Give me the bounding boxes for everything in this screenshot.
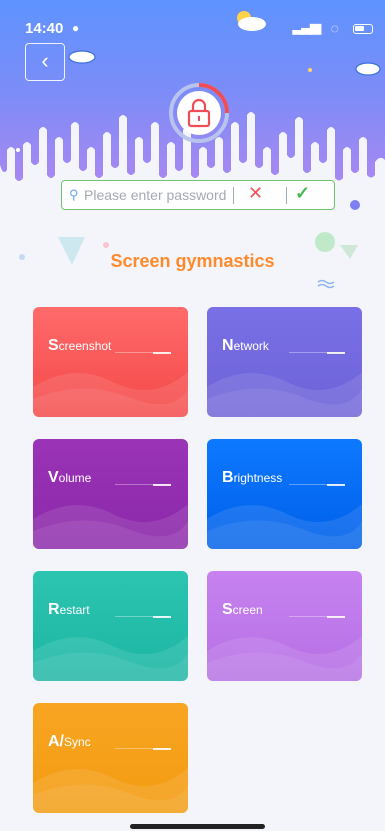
network-card[interactable]: Network — [207, 307, 362, 417]
card-label: Brightness — [222, 469, 283, 486]
divider — [153, 484, 171, 486]
divider — [153, 748, 171, 750]
restart-card[interactable]: Restart — [33, 571, 188, 681]
wave-decoration — [207, 372, 362, 417]
wave-decoration — [33, 504, 188, 549]
divider — [327, 352, 345, 354]
card-label: Screenshot — [48, 337, 112, 354]
card-label: Volume — [48, 469, 92, 486]
divider — [327, 616, 345, 618]
password-field: ⚲ ✕ ✓ — [61, 180, 335, 210]
screenshot-card[interactable]: Screenshot — [33, 307, 188, 417]
wave-decoration — [207, 504, 362, 549]
clear-icon[interactable]: ✕ — [248, 183, 263, 204]
wave-decoration — [33, 768, 188, 813]
volume-card[interactable]: Volume — [33, 439, 188, 549]
person-icon: ● — [72, 21, 80, 35]
card-label: Screen — [222, 601, 263, 618]
sync-card[interactable]: A/Sync — [33, 703, 188, 813]
wave-decoration — [207, 636, 362, 681]
chevron-left-icon: ‹ — [41, 48, 49, 73]
screen-card[interactable]: Screen — [207, 571, 362, 681]
card-label: Restart — [48, 601, 90, 618]
search-icon: ⚲ — [69, 187, 79, 202]
wave-decoration — [33, 372, 188, 417]
divider — [153, 616, 171, 618]
check-icon[interactable]: ✓ — [295, 183, 310, 204]
card-label: Network — [222, 337, 269, 354]
card-label: A/Sync — [48, 733, 91, 750]
cloud-icon-right — [355, 62, 381, 76]
lock-icon — [169, 83, 229, 143]
home-indicator — [130, 824, 265, 829]
wave-decoration — [33, 636, 188, 681]
divider — [153, 352, 171, 354]
signal-icon: ▂▃▅ — [292, 18, 321, 34]
back-button[interactable]: ‹ — [25, 43, 65, 81]
battery-icon — [353, 24, 373, 34]
cloud-icon — [68, 50, 96, 64]
divider — [233, 187, 234, 204]
sun-cloud-icon — [237, 11, 266, 31]
password-input[interactable] — [84, 184, 234, 206]
wifi-icon: ◌ — [330, 20, 339, 36]
header-banner: 14:40 ● ▂▃▅ ◌ ‹ ⚲ ✕ ✓ — [0, 0, 385, 215]
page-title: Screen gymnastics — [110, 251, 275, 271]
status-time: 14:40 — [25, 20, 64, 37]
status-bar: 14:40 ● ▂▃▅ ◌ — [25, 18, 373, 40]
brightness-card[interactable]: Brightness — [207, 439, 362, 549]
divider — [327, 484, 345, 486]
divider — [286, 187, 287, 204]
